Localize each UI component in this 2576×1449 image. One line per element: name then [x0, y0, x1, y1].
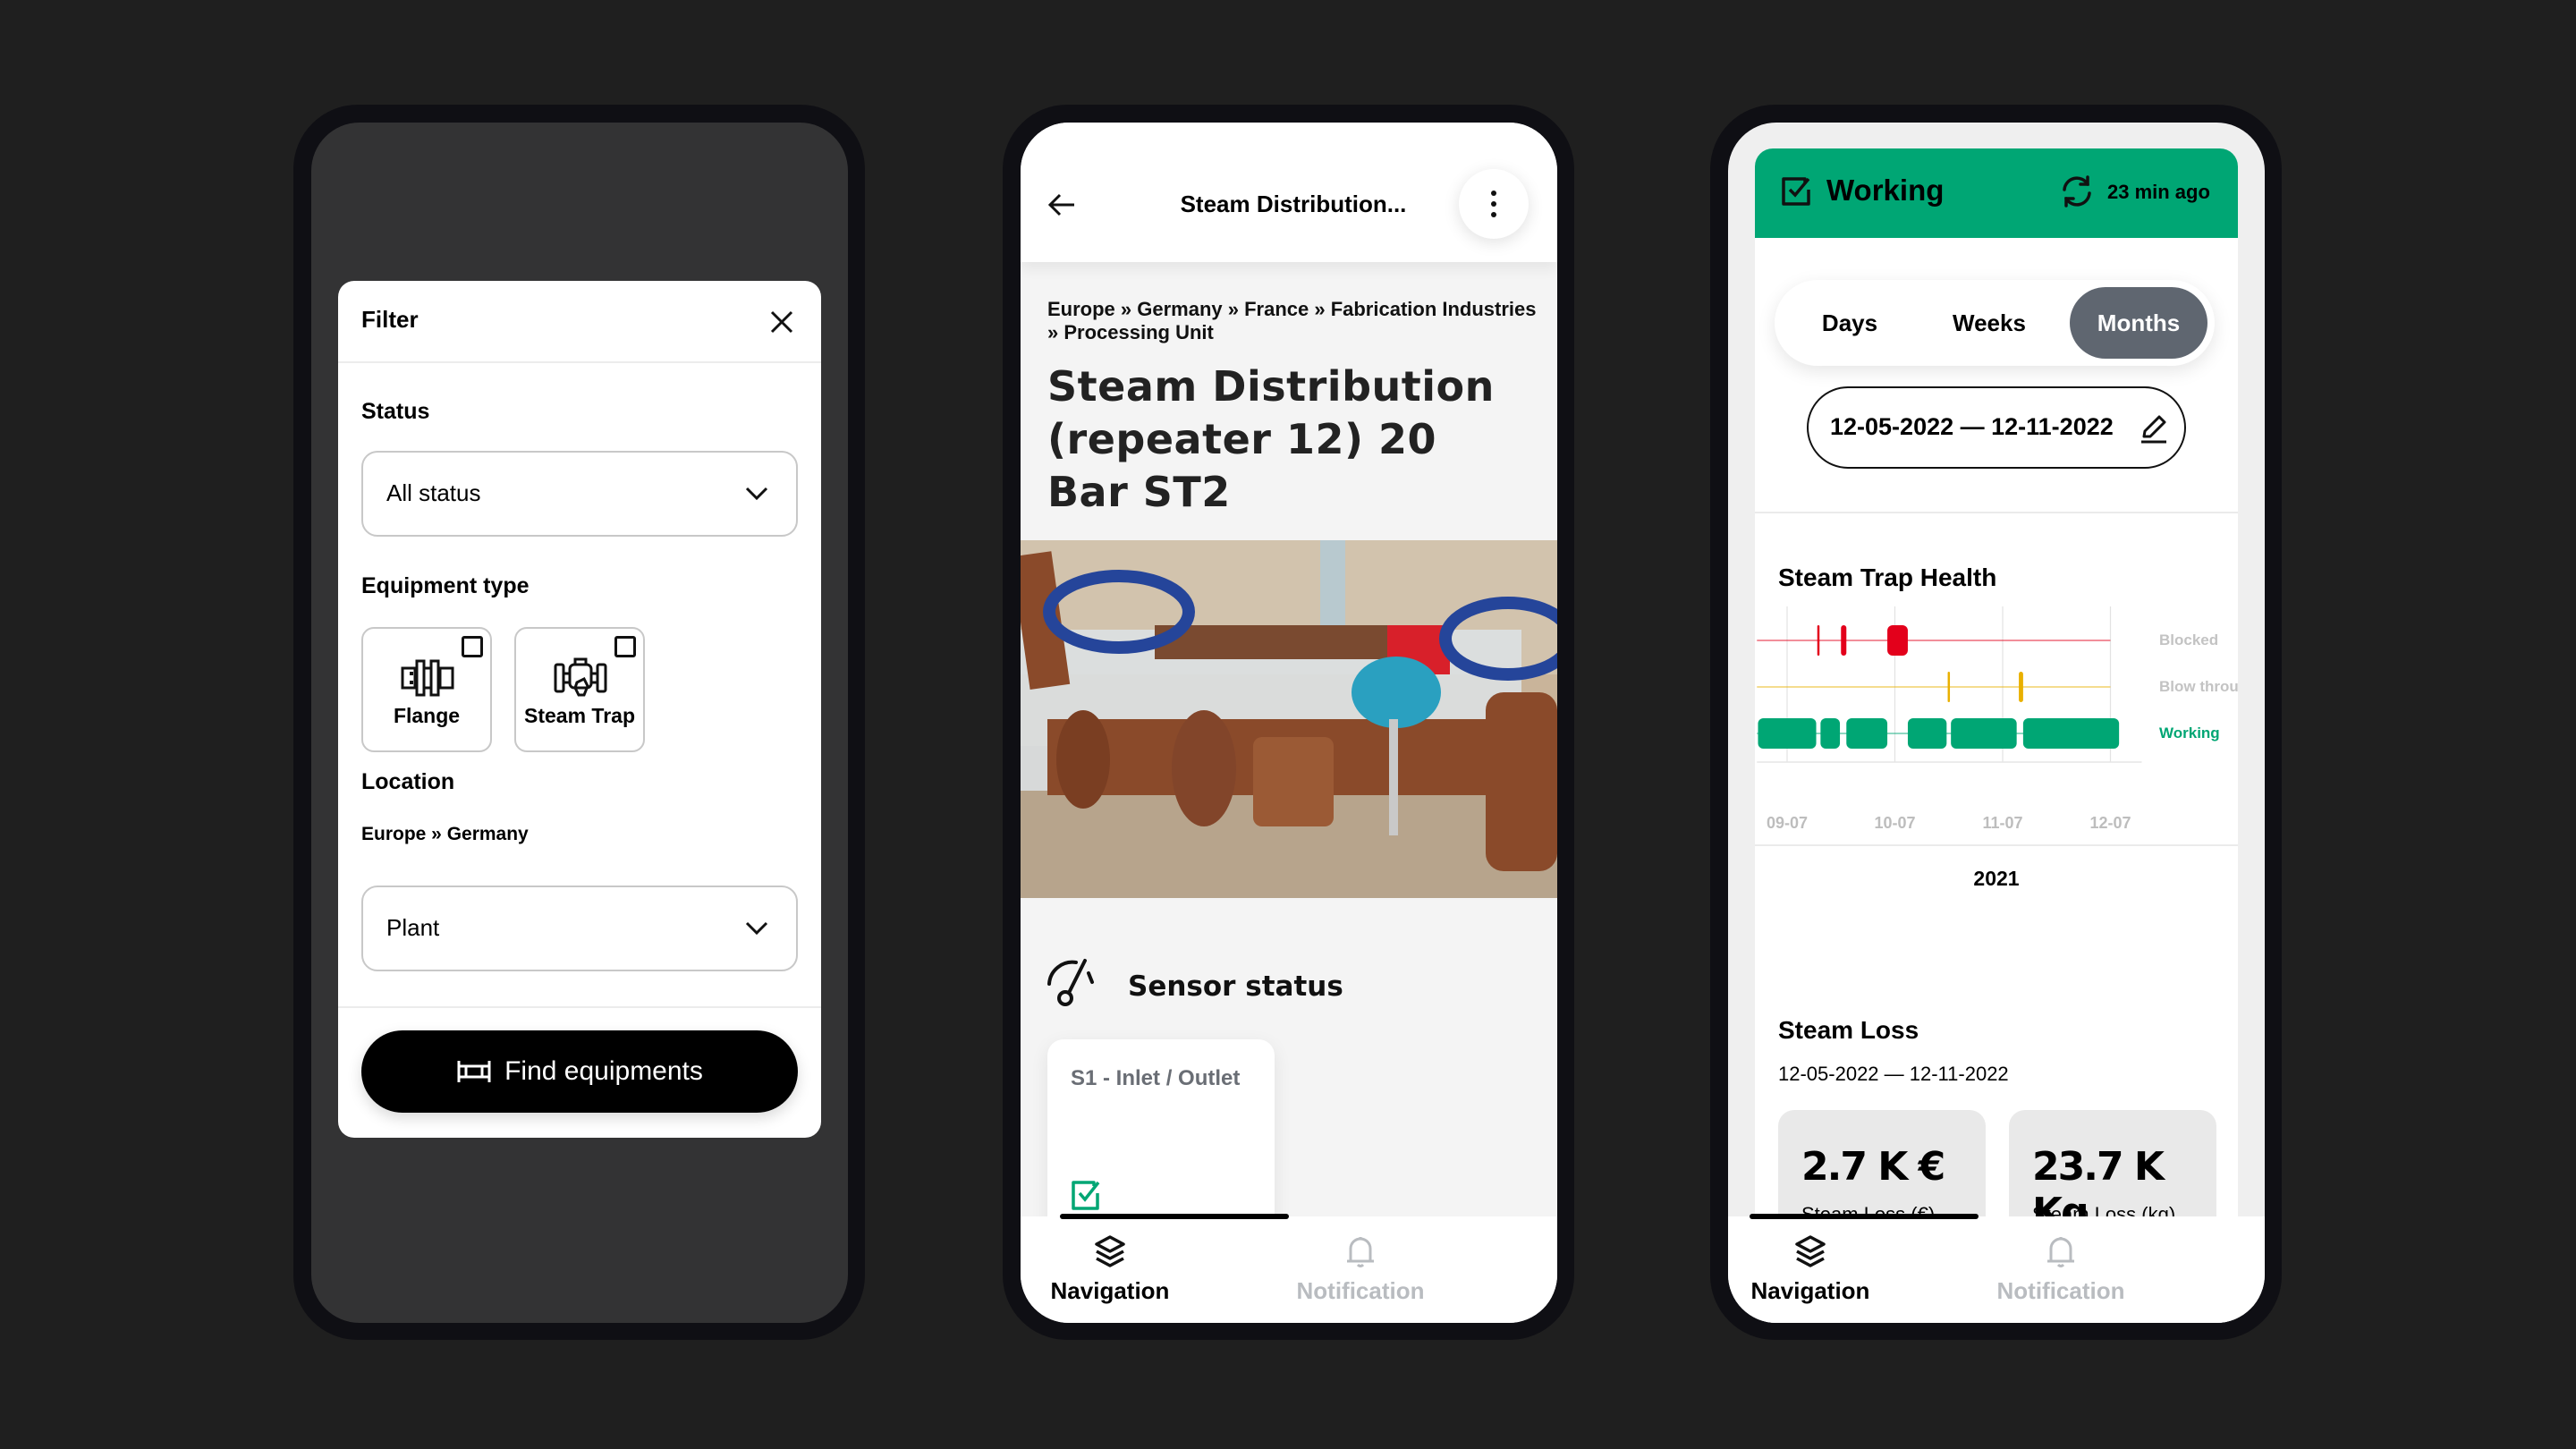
divider	[338, 1006, 821, 1008]
steam-pipe-photo	[1021, 540, 1557, 898]
chevron-down-icon	[745, 487, 768, 501]
event-mark-working	[1758, 718, 1817, 749]
nav-label: Notification	[1296, 1277, 1425, 1304]
legend-label: Blow through	[2159, 678, 2238, 695]
x-tick-label: 09-07	[1766, 814, 1809, 832]
filter-sheet: Filter Status All status Equipment type …	[338, 281, 821, 1138]
bell-icon	[2047, 1237, 2074, 1267]
nav-label: Notification	[1996, 1277, 2125, 1304]
bottom-navigation: Navigation Notification	[1021, 1214, 1557, 1323]
steam-trap-icon	[554, 657, 607, 697]
close-button[interactable]	[769, 309, 794, 335]
location-path: Europe » Germany	[361, 824, 529, 844]
filter-header: Filter	[338, 281, 821, 363]
chevron-down-icon	[745, 921, 768, 936]
phone-filter-screen: Filter Status All status Equipment type …	[293, 105, 865, 1340]
nav-item-notification[interactable]: Notification	[1271, 1234, 1450, 1305]
more-options-button[interactable]	[1459, 169, 1529, 239]
flange-label: Flange	[393, 704, 461, 727]
sensor-label: S1 - Inlet / Outlet	[1071, 1066, 1241, 1090]
date-range-text: 12-05-2022 — 12-11-2022	[1830, 413, 2114, 440]
divider	[1755, 512, 2238, 513]
flange-checkbox[interactable]	[462, 636, 483, 657]
phone-detail-screen: Steam Distribution... Europe » Germany »…	[1003, 105, 1574, 1340]
last-updated: 23 min ago	[2107, 181, 2210, 203]
equipment-option-steam-trap[interactable]: Steam Trap	[514, 627, 645, 752]
app-header: Steam Distribution...	[1021, 123, 1557, 262]
event-mark-working	[1907, 718, 1947, 749]
location-label: Location	[361, 769, 455, 794]
equipment-title: Steam Distribution (repeater 12) 20 Bar …	[1047, 362, 1495, 516]
steam-loss-range: 12-05-2022 — 12-11-2022	[1778, 1063, 2009, 1085]
screen: Filter Status All status Equipment type …	[311, 123, 848, 1323]
event-mark-blocked	[1841, 625, 1847, 656]
check-square-icon	[1782, 177, 1810, 206]
check-square-icon	[1072, 1181, 1100, 1210]
status-select[interactable]: All status	[361, 451, 798, 537]
gauge-icon	[1047, 959, 1094, 1006]
chart-title: Steam Trap Health	[1778, 564, 1997, 591]
home-indicator[interactable]	[1060, 1214, 1289, 1219]
nav-item-navigation[interactable]: Navigation	[1728, 1234, 1900, 1305]
kpi-value: 2.7 K €	[1801, 1144, 1945, 1190]
x-tick-label: 10-07	[1874, 814, 1916, 832]
nav-item-navigation[interactable]: Navigation	[1021, 1234, 1199, 1305]
divider	[1755, 844, 2238, 846]
equipment-type-label: Equipment type	[361, 573, 530, 598]
edit-pencil-icon	[2141, 415, 2166, 444]
event-mark-working	[1846, 718, 1888, 749]
status-select-value: All status	[386, 479, 481, 506]
nav-label: Navigation	[1750, 1277, 1870, 1304]
screen: Steam Distribution... Europe » Germany »…	[1021, 123, 1557, 1323]
event-mark-blocked	[1817, 625, 1820, 656]
filter-title: Filter	[361, 306, 419, 333]
legend-label: Blocked	[2159, 631, 2218, 648]
event-mark-blocked	[1887, 625, 1908, 656]
tab-days[interactable]: Days	[1782, 287, 1918, 359]
screen: Working 23 min ago Days Weeks Months 12-…	[1728, 123, 2265, 1323]
home-indicator[interactable]	[1750, 1214, 1979, 1219]
event-mark-working	[1951, 718, 2017, 749]
close-icon	[770, 310, 793, 334]
refresh-icon[interactable]	[2059, 175, 2095, 208]
x-tick-label: 12-07	[2089, 814, 2131, 832]
event-mark-blow-through	[2019, 672, 2023, 702]
date-range-button[interactable]: 12-05-2022 — 12-11-2022	[1807, 386, 2186, 469]
event-mark-working	[2022, 718, 2120, 749]
steam-trap-checkbox[interactable]	[614, 636, 636, 657]
nav-label: Navigation	[1050, 1277, 1170, 1304]
layers-icon	[1095, 1235, 1125, 1267]
tab-weeks[interactable]: Weeks	[1921, 287, 2057, 359]
location-select-value: Plant	[386, 914, 440, 941]
period-selector: Days Weeks Months	[1775, 280, 2215, 366]
layers-icon	[1795, 1235, 1826, 1267]
year-label: 2021	[1973, 867, 2020, 890]
equipment-photo	[1021, 540, 1557, 898]
event-mark-working	[1820, 718, 1841, 749]
x-tick-label: 11-07	[1982, 814, 2023, 832]
find-equipments-label: Find equipments	[504, 1056, 703, 1086]
sensor-status-title: Sensor status	[1128, 970, 1343, 1003]
tab-months[interactable]: Months	[2070, 287, 2207, 359]
legend-label: Working	[2159, 724, 2220, 741]
find-equipments-button[interactable]: Find equipments	[361, 1030, 798, 1113]
status-label: Status	[361, 399, 430, 424]
phone-health-screen: Working 23 min ago Days Weeks Months 12-…	[1710, 105, 2282, 1340]
equipment-option-flange[interactable]: Flange	[361, 627, 492, 752]
event-mark-blow-through	[1947, 672, 1951, 702]
bell-icon	[1347, 1237, 1374, 1267]
status-text: Working	[1826, 174, 1945, 207]
location-select[interactable]: Plant	[361, 886, 798, 971]
flange-icon	[401, 659, 454, 697]
status-banner: Working 23 min ago	[1755, 148, 2238, 238]
steam-trap-label: Steam Trap	[524, 704, 635, 727]
steam-loss-title: Steam Loss	[1778, 1016, 1919, 1044]
nav-item-notification[interactable]: Notification	[1971, 1234, 2150, 1305]
bottom-navigation: Navigation Notification	[1728, 1214, 2265, 1323]
steam-trap-health-chart: Blocked Blow through Working	[1757, 606, 2238, 763]
equipment-icon	[457, 1061, 491, 1082]
health-card: Working 23 min ago Days Weeks Months 12-…	[1755, 148, 2238, 1323]
breadcrumb: Europe » Germany » France » Fabrication …	[1047, 298, 1537, 343]
